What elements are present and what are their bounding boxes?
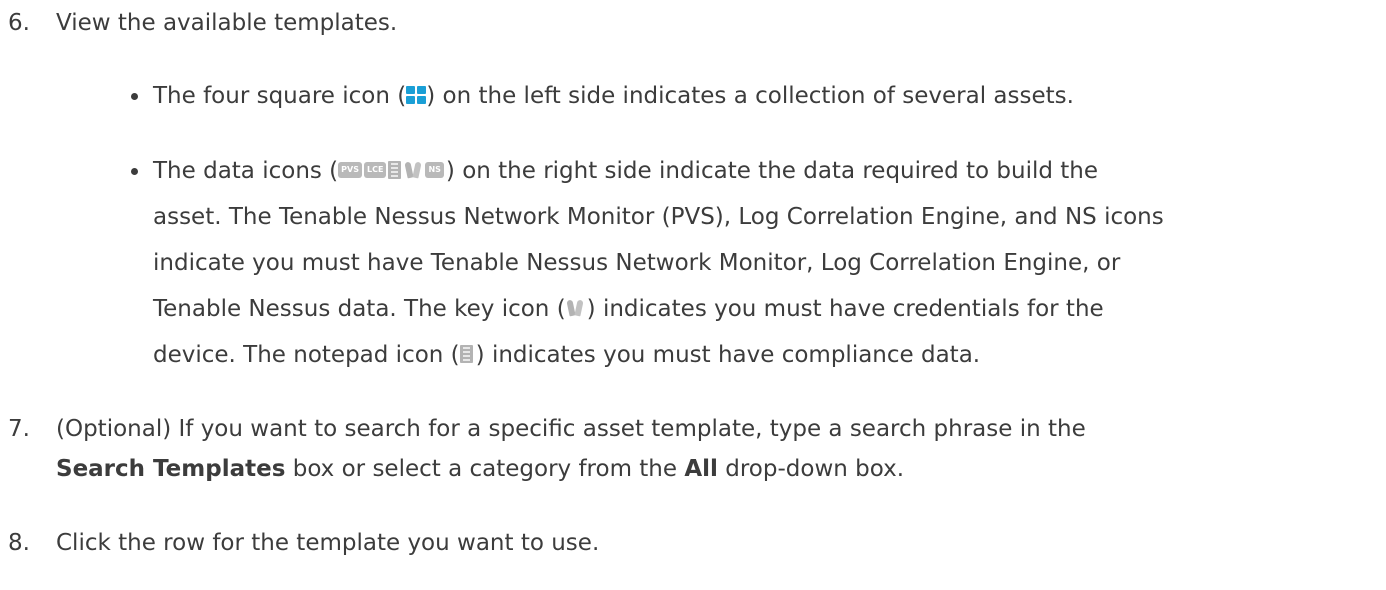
step-text-part: box or select a category from the [285,456,685,482]
notepad-icon [459,344,473,363]
all-dropdown-label: All [684,456,718,482]
step-number: 7. [8,416,30,442]
step-number: 6. [8,10,30,36]
bullet-text: The data icons ( [153,158,339,184]
bullet-text: ) indicates you must have compliance dat… [475,342,981,368]
four-square-icon [406,85,427,104]
step-text: Search Templates box or select a categor… [56,452,904,486]
bullet-line: The data icons (PVS LCE NS) on the right s… [153,154,1098,188]
bullet-line: device. The notepad icon ( ) indicates yo… [153,338,980,372]
step-number: 8. [8,530,30,556]
step-text: (Optional) If you want to search for a s… [56,416,1086,442]
key-icon [404,161,422,179]
bullet-text: Tenable Nessus data. The key icon ( [153,296,566,322]
pvs-icon: PVS [338,161,362,178]
bullet-line: indicate you must have Tenable Nessus Ne… [153,250,1121,276]
bullet-line: The four square icon ( ) on the left side… [153,79,1074,113]
bullet-dot [128,154,140,188]
bullet-line: Tenable Nessus data. The key icon ( ) ind… [153,292,1104,326]
bullet-text: ) on the left side indicates a collectio… [426,83,1074,109]
step-text-part: drop-down box. [717,456,905,482]
step-text: View the available templates. [56,10,398,36]
bullet-text: ) indicates you must have credentials fo… [586,296,1104,322]
bullet-text: device. The notepad icon ( [153,342,460,368]
ns-icon: NS [425,161,444,178]
document-body: 6. View the available templates. The fou… [0,0,1386,590]
step-text: Click the row for the template you want … [56,530,600,556]
bullet-dot [128,79,140,113]
search-templates-label: Search Templates [56,456,286,482]
notepad-icon [388,160,402,179]
lce-icon: LCE [364,161,387,178]
bullet-text: The four square icon ( [153,83,407,109]
bullet-text: ) on the right side indicate the data re… [445,158,1099,184]
bullet-line: asset. The Tenable Nessus Network Monito… [153,204,1164,230]
key-icon [566,299,584,317]
